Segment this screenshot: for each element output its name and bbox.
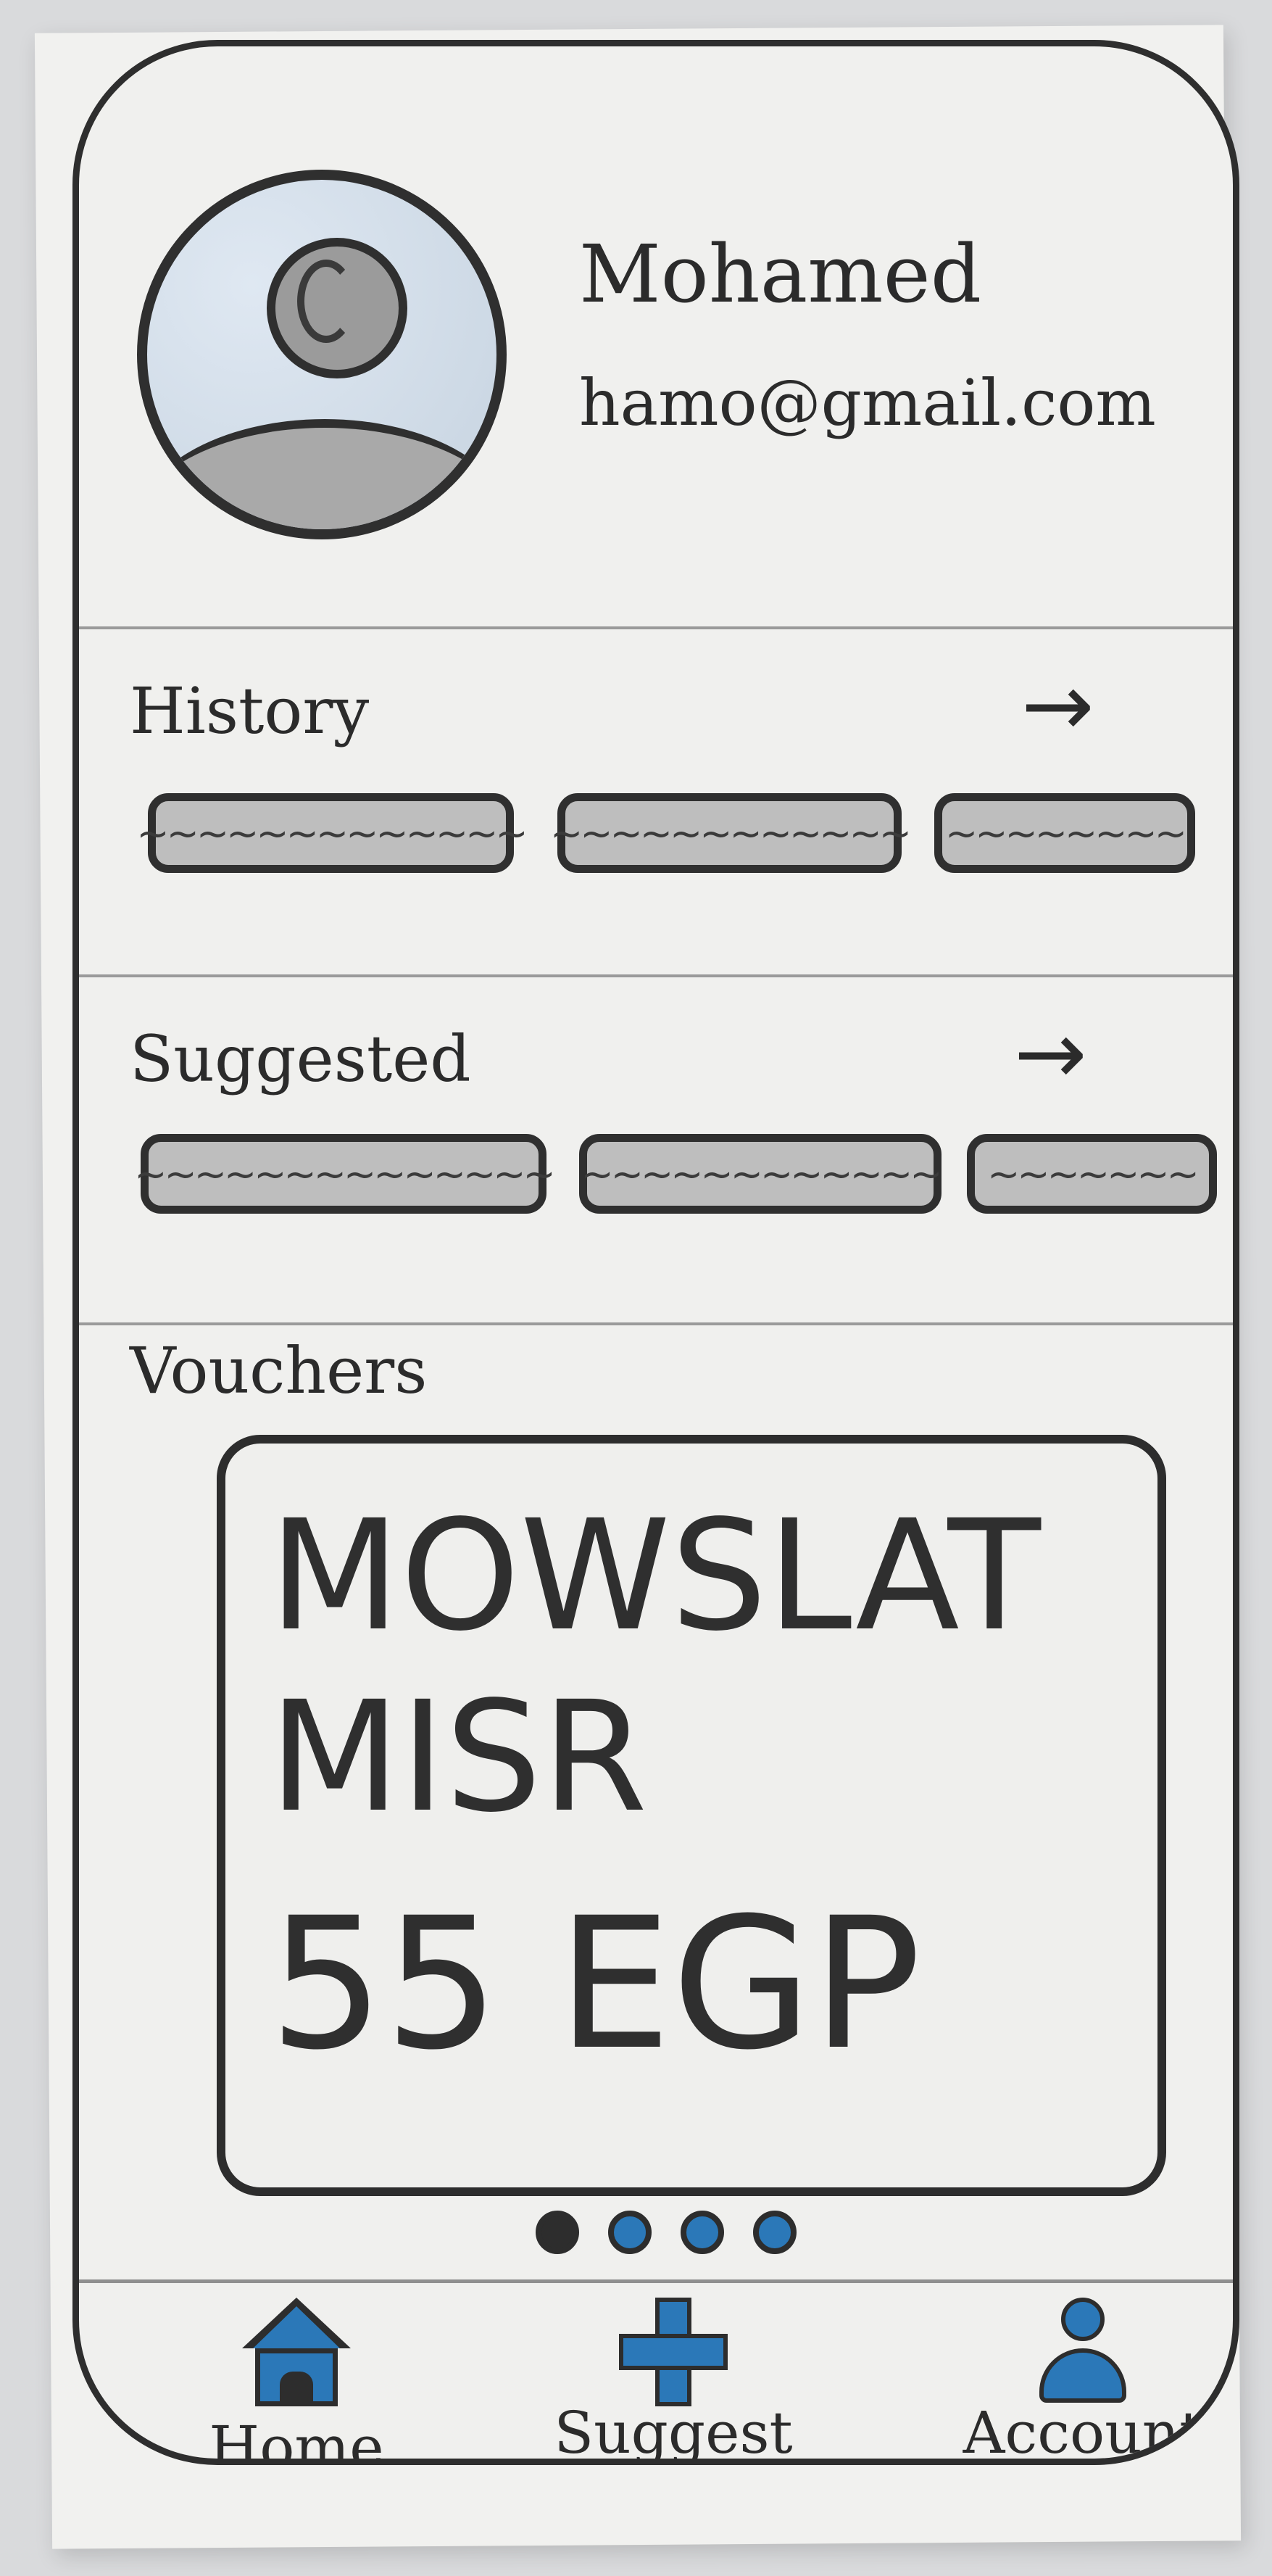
nav-home-label: Home bbox=[209, 2414, 384, 2465]
placeholder-text: ~~~~~~~~~~~~ bbox=[581, 1151, 943, 1197]
vouchers-title: Vouchers bbox=[130, 1333, 428, 1408]
placeholder-text: ~~~~~~~~~~~~ bbox=[550, 810, 912, 856]
placeholder-text: ~~~~~~~ bbox=[987, 1151, 1200, 1197]
suggested-item[interactable]: ~~~~~~~~~~~~~~ bbox=[134, 1134, 556, 1214]
carousel-dot[interactable] bbox=[681, 2211, 724, 2254]
voucher-card[interactable]: MOWSLAT MISR 55 EGP bbox=[217, 1435, 1166, 2196]
voucher-line2: MISR bbox=[269, 1668, 648, 1846]
suggested-item[interactable]: ~~~~~~~~~~~~ bbox=[579, 1134, 943, 1214]
divider bbox=[79, 1322, 1233, 1325]
history-item[interactable]: ~~~~~~~~~~~~~ bbox=[136, 793, 528, 873]
history-arrow-icon[interactable]: → bbox=[1021, 663, 1094, 750]
avatar-body bbox=[147, 419, 496, 529]
history-item[interactable]: ~~~~~~~~ bbox=[934, 793, 1195, 873]
profile-name: Mohamed bbox=[579, 228, 982, 320]
carousel-indicator bbox=[536, 2211, 797, 2254]
divider bbox=[79, 626, 1233, 629]
voucher-amount: 55 EGP bbox=[269, 1879, 922, 2090]
home-icon bbox=[242, 2298, 351, 2406]
user-avatar-icon[interactable] bbox=[137, 170, 507, 539]
profile-email: hamo@gmail.com bbox=[579, 365, 1156, 440]
bottom-nav: Home Suggest Account bbox=[79, 2279, 1233, 2465]
phone-frame: Mohamed hamo@gmail.com History → ~~~~~~~… bbox=[72, 40, 1239, 2465]
voucher-line1: MOWSLAT bbox=[269, 1487, 1041, 1665]
carousel-dot[interactable] bbox=[536, 2211, 579, 2254]
placeholder-text: ~~~~~~~~ bbox=[945, 810, 1187, 856]
history-item[interactable]: ~~~~~~~~~~~~ bbox=[550, 793, 912, 873]
nav-suggest[interactable]: Suggest bbox=[554, 2283, 793, 2459]
account-icon bbox=[1032, 2298, 1134, 2406]
nav-suggest-label: Suggest bbox=[554, 2399, 793, 2465]
history-title: History bbox=[130, 674, 370, 748]
nav-home[interactable]: Home bbox=[202, 2283, 391, 2465]
suggested-item[interactable]: ~~~~~~~ bbox=[967, 1134, 1217, 1214]
carousel-dot[interactable] bbox=[608, 2211, 652, 2254]
carousel-dot[interactable] bbox=[753, 2211, 797, 2254]
profile-header: Mohamed hamo@gmail.com bbox=[79, 46, 1233, 626]
nav-account-label: Account bbox=[963, 2399, 1203, 2465]
placeholder-text: ~~~~~~~~~~~~~ bbox=[136, 810, 528, 856]
plus-icon bbox=[619, 2298, 728, 2406]
nav-account[interactable]: Account bbox=[963, 2283, 1203, 2465]
divider bbox=[79, 974, 1233, 977]
avatar-head bbox=[267, 238, 407, 378]
suggested-arrow-icon[interactable]: → bbox=[1014, 1011, 1087, 1098]
suggested-title: Suggested bbox=[130, 1022, 471, 1096]
placeholder-text: ~~~~~~~~~~~~~~ bbox=[134, 1151, 555, 1197]
